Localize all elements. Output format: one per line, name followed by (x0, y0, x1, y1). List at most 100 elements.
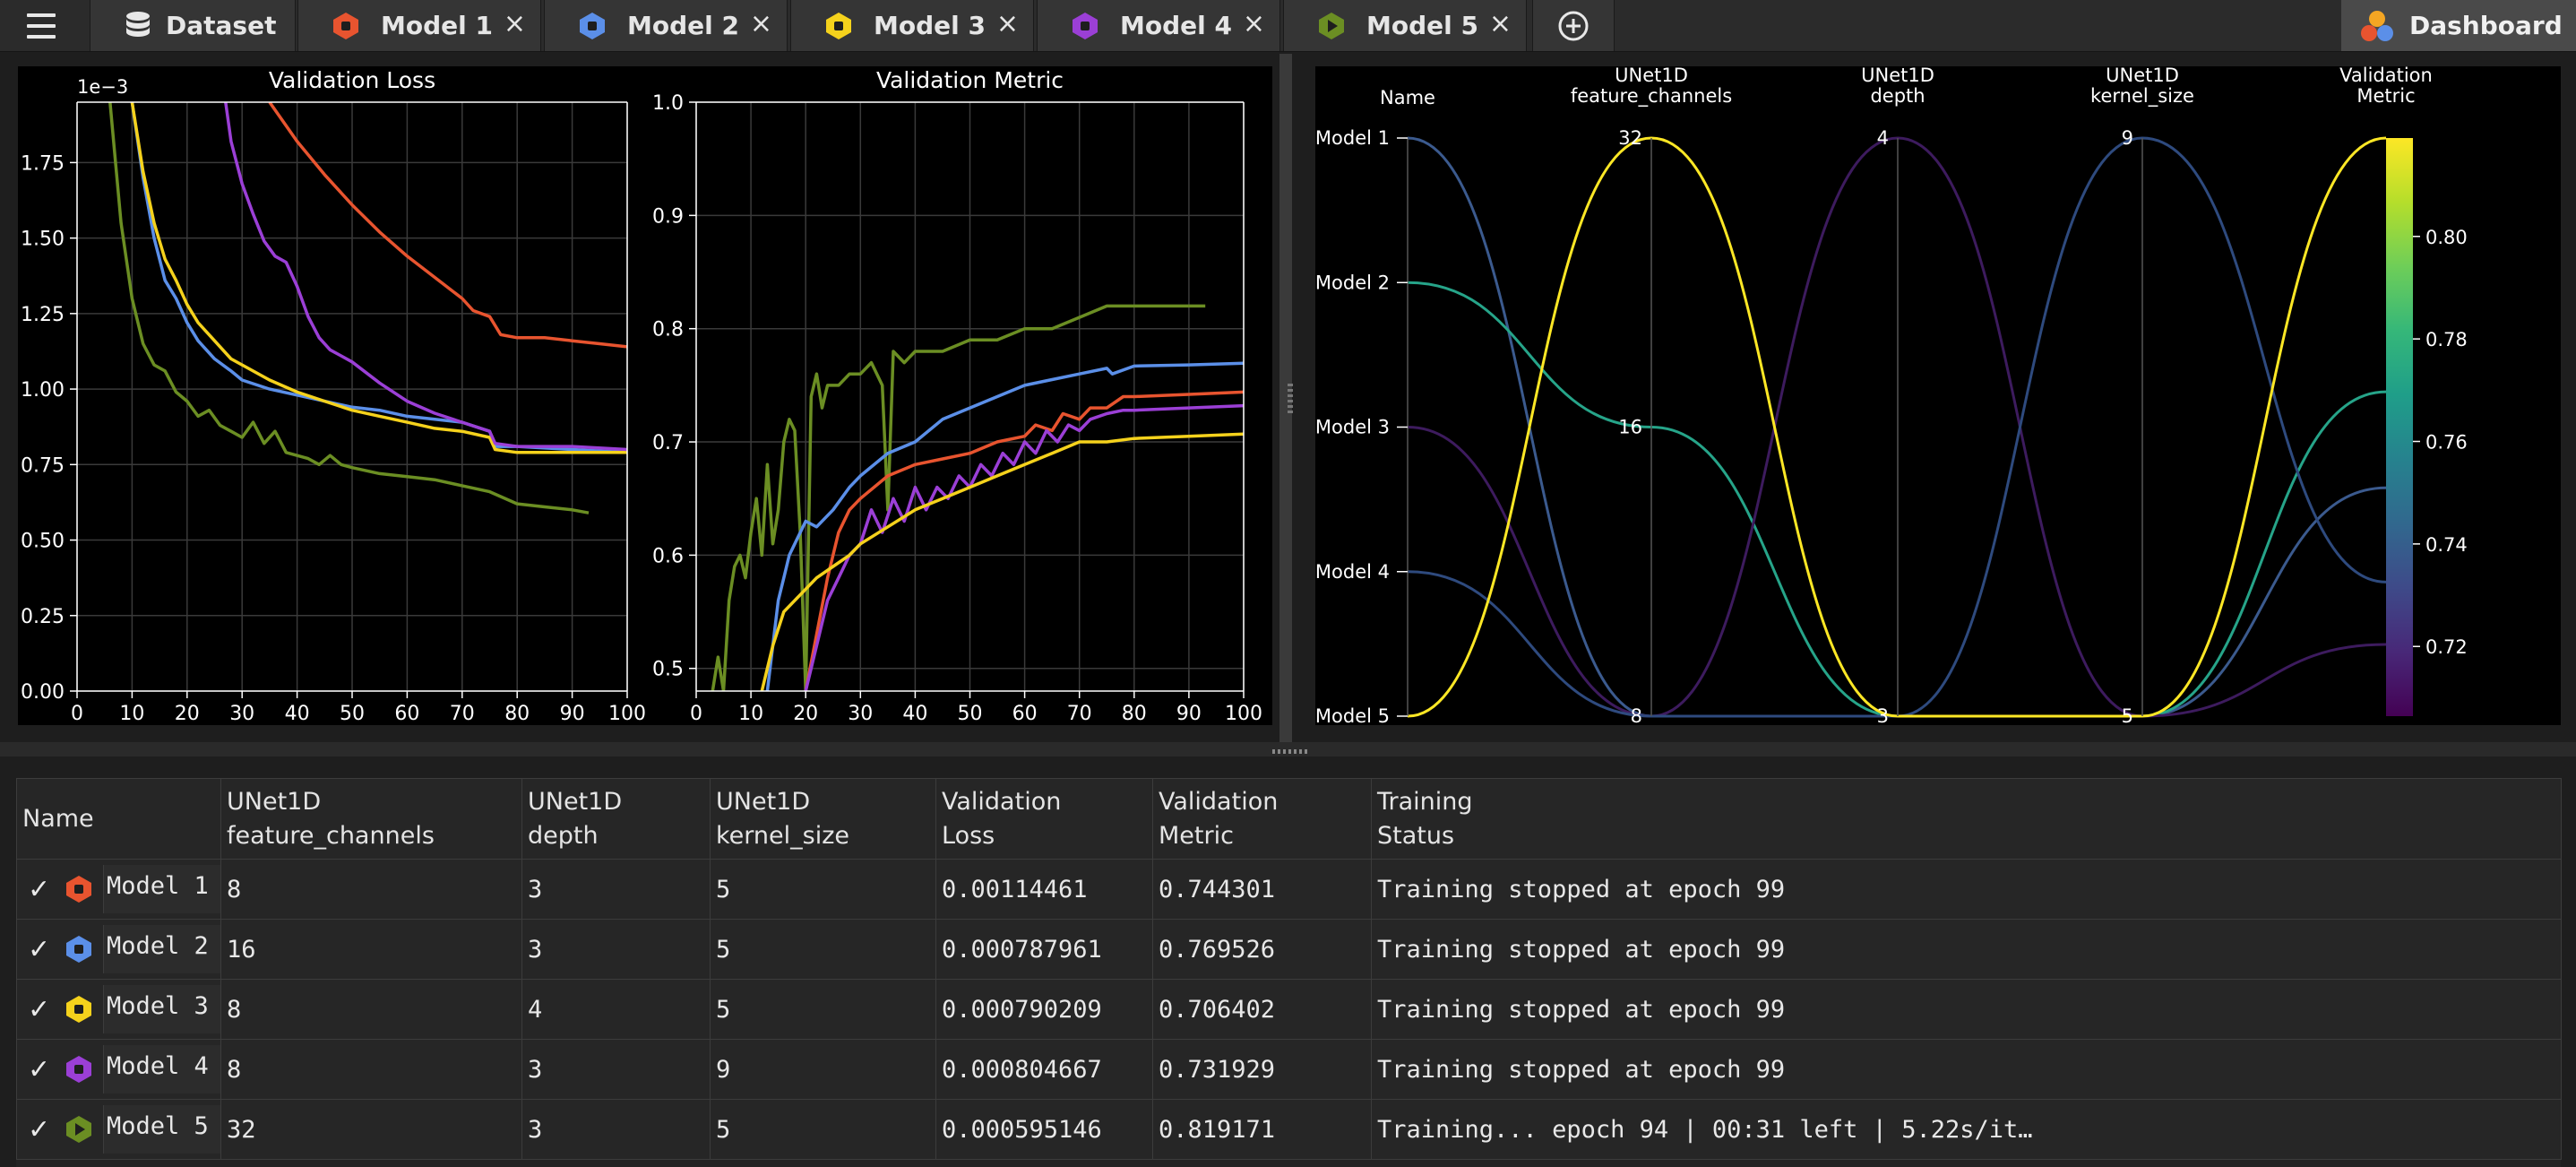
column-header[interactable]: UNet1D depth (521, 778, 711, 860)
play-hexagon-icon (66, 1116, 91, 1143)
x-tick-label: 100 (1225, 703, 1262, 725)
colorbar-tick-label: 0.72 (2425, 636, 2468, 658)
tab-dashboard[interactable]: Dashboard (2341, 0, 2576, 51)
y-tick-label: 1.50 (21, 229, 65, 251)
model-name: Model 5 (107, 1112, 209, 1140)
column-header[interactable]: UNet1D feature_channels (220, 778, 522, 860)
tab-dataset[interactable]: Dataset (90, 0, 296, 51)
model-line (1407, 281, 2387, 718)
tab-model-5[interactable]: Model 5 × (1283, 0, 1527, 51)
column-header-label: UNet1D (528, 787, 623, 816)
series-line (765, 361, 1244, 691)
cell-depth: 3 (521, 919, 711, 980)
x-tick-label: 70 (1067, 703, 1092, 725)
tab-model-1[interactable]: Model 1 × (297, 0, 541, 51)
column-header[interactable]: Validation Loss (935, 778, 1153, 860)
column-header-label: Validation (942, 787, 1062, 816)
tab-label: Dataset (166, 11, 277, 40)
cell-metric: 0.706402 (1152, 979, 1372, 1040)
table-row[interactable]: ✓ Model 3 8 4 5 0.000790209 0.706402 Training s… (16, 979, 2562, 1040)
table-row[interactable]: ✓ Model 2 16 3 5 0.000787961 0.769526 Training … (16, 919, 2562, 980)
column-header-label: feature_channels (227, 821, 435, 850)
model-name: Model 1 (107, 872, 209, 900)
column-header-label: Validation (1159, 787, 1279, 816)
hexagon-center (834, 22, 843, 30)
cell-kernel-size: 5 (710, 979, 936, 1040)
row-checkbox[interactable]: ✓ (28, 1114, 50, 1145)
tab-model-3[interactable]: Model 3 × (790, 0, 1034, 51)
tab-label: Model 2 (627, 11, 739, 40)
y-tick-label: 1.75 (21, 152, 65, 175)
parallel-coordinates-panel: Name Model 1 Model 2 Model 3 Model 4 Model 5 U… (1315, 65, 2561, 727)
column-header[interactable]: UNet1D kernel_size (710, 778, 936, 860)
tab-model-2[interactable]: Model 2 × (544, 0, 788, 51)
close-tab-icon[interactable]: × (504, 8, 526, 39)
hexagon-center (74, 885, 83, 894)
cell-kernel-size: 5 (710, 859, 936, 920)
x-tick-label: 60 (394, 703, 419, 725)
column-header[interactable]: Training Status (1371, 778, 2562, 860)
cell-feature-channels: 8 (220, 1039, 522, 1100)
hexagon-icon (333, 13, 358, 39)
menu-button[interactable] (0, 0, 82, 51)
cell-kernel-size: 5 (710, 1099, 936, 1160)
pc-tick-label: 4 (1877, 127, 1889, 149)
pc-tick-label: Model 4 (1315, 561, 1390, 583)
plus-circle-icon (1558, 11, 1589, 41)
model-name: Model 2 (107, 932, 209, 960)
close-tab-icon[interactable]: × (996, 8, 1019, 39)
column-header-label: Metric (1159, 821, 1234, 850)
splitter-grip-icon (1272, 749, 1310, 754)
x-tick-label: 50 (958, 703, 983, 725)
row-checkbox[interactable]: ✓ (28, 874, 50, 905)
close-tab-icon[interactable]: × (1489, 8, 1512, 39)
x-tick-label: 80 (1122, 703, 1147, 725)
model-name: Model 3 (107, 992, 209, 1020)
table-row[interactable]: ✓ Model 5 32 3 5 0.000595146 0.819171 Training.… (16, 1099, 2562, 1160)
name-cell: ✓ Model 1 (16, 859, 221, 920)
tab-label: Model 3 (874, 11, 986, 40)
cell-depth: 3 (521, 1039, 711, 1100)
tab-model-4[interactable]: Model 4 × (1037, 0, 1280, 51)
x-tick-label: 90 (1176, 703, 1202, 725)
axis-offset-label: 1e−3 (77, 76, 128, 98)
x-tick-label: 0 (71, 703, 83, 725)
pc-tick-label: 5 (2122, 705, 2133, 725)
hamburger-icon (27, 10, 56, 42)
cell-loss: 0.000595146 (935, 1099, 1153, 1160)
name-cell: ✓ Model 2 (16, 919, 221, 980)
model-name: Model 4 (107, 1052, 209, 1080)
tab-label: Model 5 (1366, 11, 1478, 40)
table-row[interactable]: ✓ Model 4 8 3 9 0.000804667 0.731929 Training s… (16, 1039, 2562, 1100)
row-checkbox[interactable]: ✓ (28, 934, 50, 965)
pc-axis-title: UNet1D (1615, 66, 1688, 86)
column-header[interactable]: Validation Metric (1152, 778, 1372, 860)
pc-tick-label: 8 (1631, 705, 1642, 725)
column-header[interactable]: Name (16, 778, 221, 860)
row-checkbox[interactable]: ✓ (28, 1054, 50, 1085)
x-tick-label: 40 (902, 703, 927, 725)
column-header-label: Name (22, 804, 94, 833)
hexagon-icon (826, 13, 851, 39)
pc-tick-label: 32 (1618, 127, 1642, 149)
table-row[interactable]: ✓ Model 1 8 3 5 0.00114461 0.744301 Training st… (16, 859, 2562, 920)
models-table: Name UNet1D feature_channels UNet1D depth UNe… (16, 778, 2562, 1167)
y-tick-label: 0.8 (652, 319, 684, 341)
column-header-label: Training (1377, 787, 1473, 816)
pc-axis-title: Metric (2356, 85, 2415, 107)
training-curves-chart: 0 10 20 30 40 50 60 70 80 90 1000.000.250.500.751.… (21, 67, 1262, 725)
dashboard-icon (2361, 11, 2393, 41)
series-line (130, 102, 627, 454)
row-checkbox[interactable]: ✓ (28, 994, 50, 1025)
y-tick-label: 0.25 (21, 606, 65, 628)
pc-tick-label: 16 (1618, 417, 1642, 438)
series-line (224, 102, 627, 452)
close-tab-icon[interactable]: × (750, 8, 772, 39)
cell-status: Training stopped at epoch 99 (1371, 979, 2562, 1040)
cell-kernel-size: 5 (710, 919, 936, 980)
pc-tick-label: Model 5 (1315, 705, 1390, 725)
hexagon-center (74, 945, 83, 954)
add-tab-button[interactable] (1532, 0, 1615, 51)
cell-feature-channels: 8 (220, 979, 522, 1040)
close-tab-icon[interactable]: × (1243, 8, 1265, 39)
